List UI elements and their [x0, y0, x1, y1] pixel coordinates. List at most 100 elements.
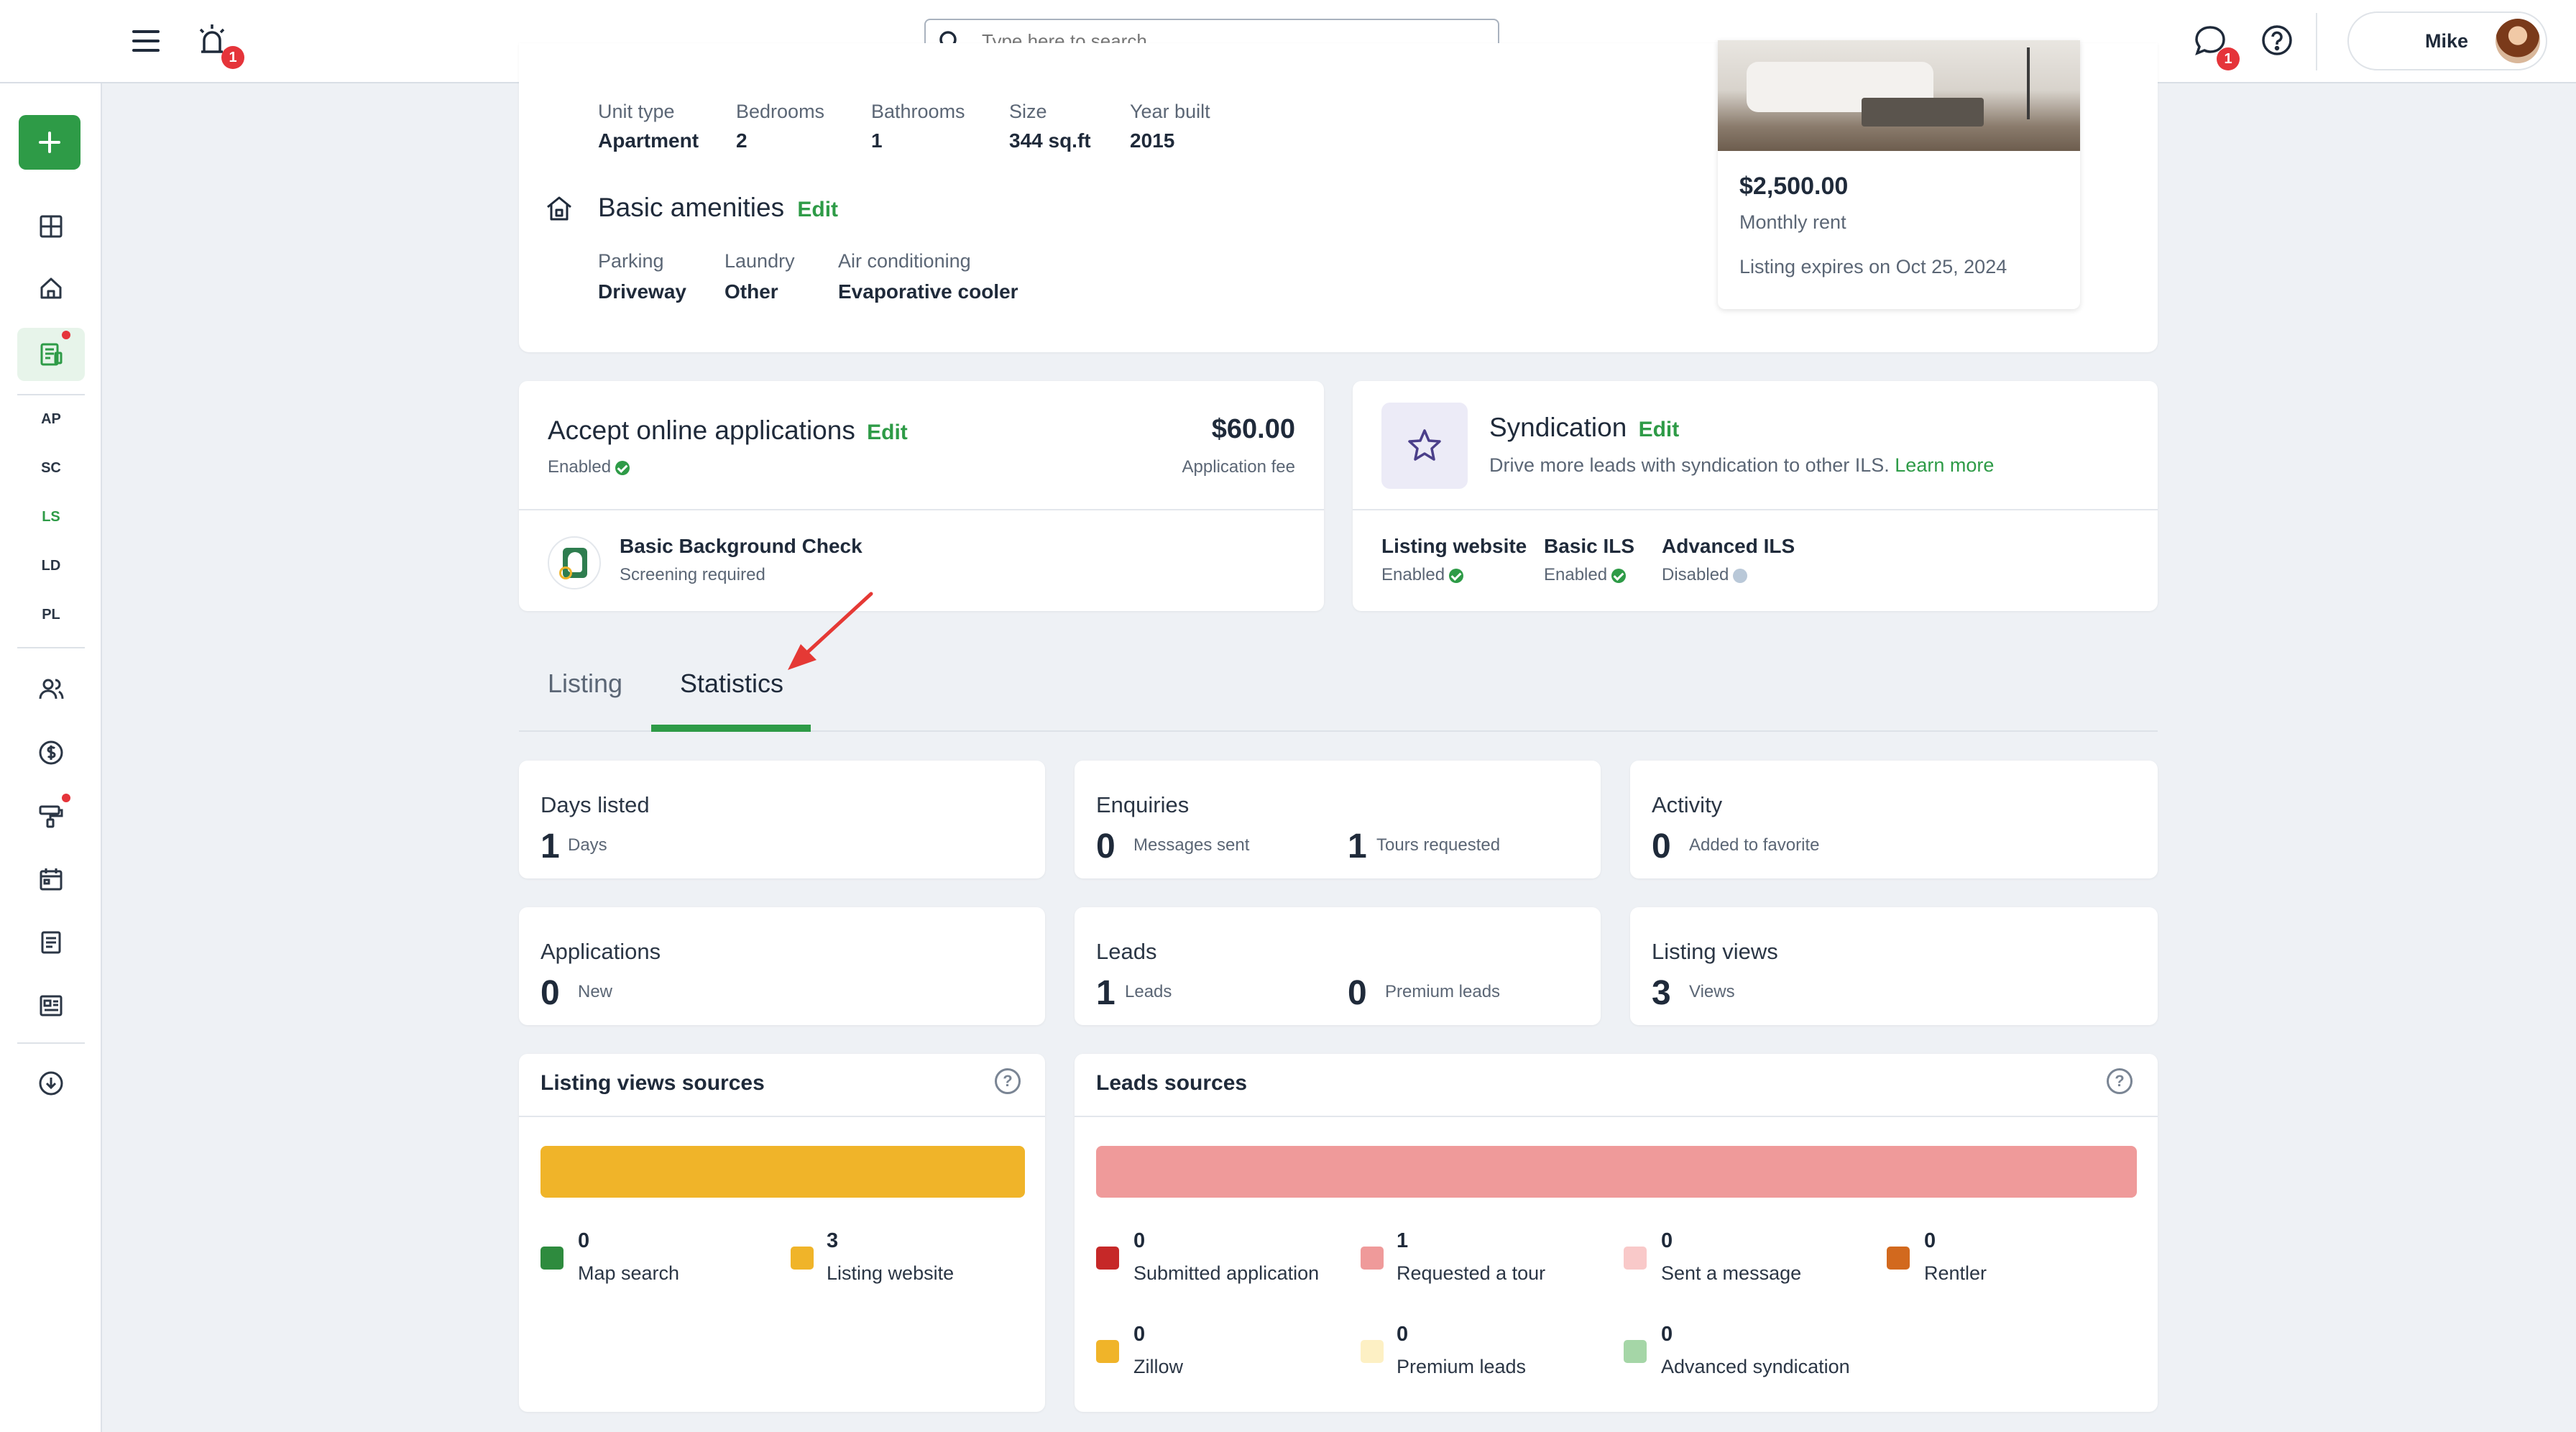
legend-label: Sent a message [1661, 1262, 1802, 1284]
listing-views-sources-card: Listing views sources ? 0 Map search 3 L… [519, 1054, 1045, 1412]
listings-alert-dot [62, 331, 70, 339]
year-built-value: 2015 [1130, 129, 1175, 152]
bathrooms-value: 1 [871, 129, 883, 152]
leads-sources-card: Leads sources ? 0 Submitted application … [1075, 1054, 2158, 1412]
views-sources-bar [540, 1146, 1025, 1198]
dashboard-icon[interactable] [26, 201, 76, 252]
syndication-edit-link[interactable]: Edit [1639, 418, 1680, 441]
laundry-label: Laundry [724, 250, 795, 272]
topbar-divider [2316, 13, 2317, 70]
check-icon [615, 460, 630, 475]
user-menu[interactable]: Mike [2347, 12, 2547, 70]
legend-value: 3 [827, 1229, 839, 1252]
documents-icon[interactable] [26, 917, 76, 968]
year-built-label: Year built [1130, 101, 1210, 122]
ac-label: Air conditioning [838, 250, 971, 272]
legend-swatch [1361, 1247, 1384, 1270]
legend-swatch [1096, 1340, 1119, 1363]
applications-title: Accept online applications Edit [548, 416, 908, 445]
amenities-title: Basic amenities Edit [598, 193, 839, 222]
help-icon[interactable]: ? [2107, 1068, 2133, 1094]
laundry-value: Other [724, 280, 778, 303]
divider [17, 647, 85, 648]
legend-label: Listing website [827, 1262, 954, 1284]
legend-value: 0 [578, 1229, 590, 1252]
legend-value: 0 [1397, 1323, 1409, 1346]
sidebar-item-sc[interactable]: SC [0, 460, 102, 477]
stat-applications: Applications 0 New [519, 907, 1045, 1025]
divider [1075, 1116, 2158, 1117]
people-icon[interactable] [26, 664, 76, 715]
legend-value: 0 [1133, 1323, 1146, 1346]
download-icon[interactable] [26, 1058, 76, 1109]
rent-price: $2,500.00 [1739, 173, 1849, 200]
size-label: Size [1009, 101, 1047, 122]
amenities-edit-link[interactable]: Edit [797, 198, 838, 221]
properties-icon[interactable] [26, 263, 76, 313]
unit-type-label: Unit type [598, 101, 675, 122]
tab-statistics[interactable]: Statistics [680, 669, 783, 699]
disabled-icon [1733, 568, 1748, 583]
listing-photo [1718, 40, 2080, 151]
syndication-desc: Drive more leads with syndication to oth… [1489, 454, 1995, 476]
avatar [2496, 19, 2540, 63]
active-tab-indicator [651, 725, 811, 732]
legend-swatch [540, 1247, 564, 1270]
menu-icon[interactable] [129, 24, 162, 58]
help-icon[interactable]: ? [995, 1068, 1021, 1094]
sidebar-item-ap[interactable]: AP [0, 411, 102, 428]
add-button[interactable] [19, 115, 80, 170]
legend-value: 0 [1133, 1229, 1146, 1252]
sidebar-item-pl[interactable]: PL [0, 607, 102, 623]
stat-leads: Leads 1 Leads 0 Premium leads [1075, 907, 1601, 1025]
check-icon [1449, 568, 1464, 583]
ac-value: Evaporative cooler [838, 280, 1018, 303]
bedrooms-value: 2 [736, 129, 748, 152]
sidebar-item-ld[interactable]: LD [0, 558, 102, 574]
learn-more-link[interactable]: Learn more [1895, 454, 1994, 476]
divider [17, 1042, 85, 1044]
legend-label: Map search [578, 1262, 680, 1284]
payments-icon[interactable] [26, 728, 76, 778]
bathrooms-label: Bathrooms [871, 101, 965, 122]
sidebar-item-ls[interactable]: LS [0, 509, 102, 525]
calendar-icon[interactable] [26, 854, 76, 904]
reports-icon[interactable] [26, 981, 76, 1031]
tab-listing[interactable]: Listing [548, 669, 622, 699]
arrow-annotation [788, 592, 873, 670]
unit-type-value: Apartment [598, 129, 699, 152]
rent-label: Monthly rent [1739, 211, 1846, 233]
legend-swatch [1361, 1340, 1384, 1363]
plus-icon [39, 132, 60, 153]
divider [519, 509, 1324, 510]
user-name: Mike [2425, 30, 2469, 52]
legend-label: Rentler [1924, 1262, 1987, 1284]
legend-label: Zillow [1133, 1356, 1184, 1377]
syndication-card: Syndication Edit Drive more leads with s… [1353, 381, 2158, 611]
parking-label: Parking [598, 250, 664, 272]
legend-swatch [1096, 1247, 1119, 1270]
application-fee: $60.00 [1211, 414, 1295, 444]
legend-swatch [1624, 1340, 1647, 1363]
applications-edit-link[interactable]: Edit [867, 421, 908, 444]
listings-icon[interactable] [17, 328, 85, 381]
sidebar: AP SC LS LD PL [0, 0, 102, 1432]
leads-sources-bar [1096, 1146, 2137, 1198]
stat-activity: Activity 0 Added to favorite [1630, 761, 2158, 878]
leads-sources-title: Leads sources [1096, 1071, 1248, 1095]
applications-status: Enabled [548, 457, 630, 477]
price-card: $2,500.00 Monthly rent Listing expires o… [1718, 40, 2080, 309]
legend-value: 1 [1397, 1229, 1409, 1252]
legend-value: 0 [1661, 1229, 1673, 1252]
notification-badge: 1 [221, 46, 244, 69]
star-icon [1381, 403, 1468, 489]
legend-label: Premium leads [1397, 1356, 1527, 1377]
property-details-card: Unit type Apartment Bedrooms 2 Bathrooms… [519, 40, 2158, 352]
check-icon [1611, 568, 1627, 583]
divider [1353, 509, 2158, 510]
legend-swatch [1624, 1247, 1647, 1270]
screening-logo [548, 536, 601, 589]
help-icon[interactable] [2260, 23, 2294, 58]
applications-card: Accept online applications Edit Enabled … [519, 381, 1324, 611]
channel-basic-ils: Basic ILS Enabled [1544, 535, 1635, 584]
